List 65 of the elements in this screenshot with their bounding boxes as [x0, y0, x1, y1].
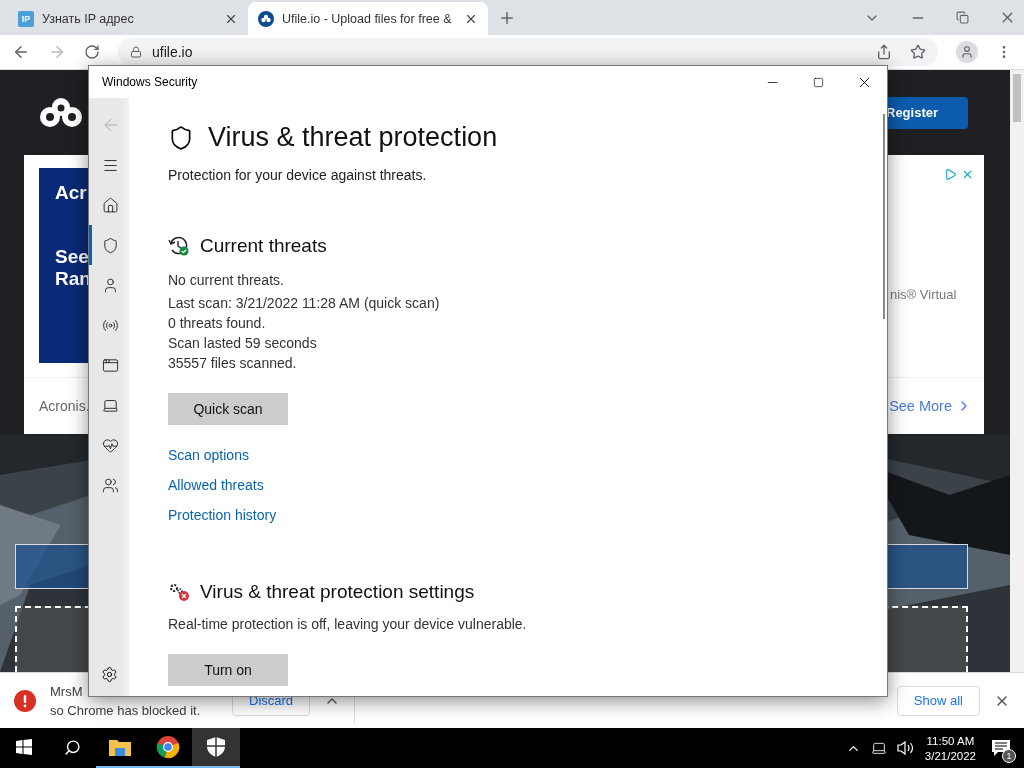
folder-icon	[109, 738, 131, 756]
error-icon	[14, 689, 36, 712]
ad-headline: Acr	[55, 182, 87, 204]
clock-date: 3/21/2022	[924, 749, 976, 762]
notification-count: 1	[1002, 749, 1016, 763]
maximize-icon[interactable]	[812, 76, 824, 88]
download-message: so Chrome has blocked it.	[50, 702, 202, 718]
network-icon[interactable]	[870, 740, 887, 756]
clock-time: 11:50 AM	[926, 734, 975, 747]
cloud-logo-icon	[258, 10, 274, 27]
taskbar-app[interactable]	[192, 728, 240, 768]
page-subtitle: Protection for your device against threats.	[168, 167, 428, 183]
show-all-button[interactable]: Show all	[896, 685, 980, 716]
section-title: Virus & threat protection settings	[200, 581, 475, 603]
scan-info: Last scan: 3/21/2022 11:28 AM (quick scan)	[168, 294, 441, 312]
gears-icon	[168, 582, 190, 602]
warning-text: Real-time protection is off, leaving your device vulnerable.	[168, 615, 528, 633]
clock-check-icon	[168, 235, 190, 257]
person-icon	[102, 276, 119, 294]
page-title: Virus & threat protection	[208, 122, 498, 153]
tab-title: Ufile.io - Upload files for free &	[282, 11, 453, 26]
quick-scan-button[interactable]: Quick scan	[168, 393, 288, 425]
notification-button[interactable]: 1	[986, 733, 1016, 763]
heart-icon	[102, 436, 119, 454]
profile-avatar[interactable]	[956, 41, 978, 63]
speaker-icon[interactable]	[896, 740, 915, 756]
chrome-icon	[156, 735, 180, 759]
download-name: MrsM	[50, 683, 84, 699]
restore-icon[interactable]	[956, 11, 969, 24]
reload-icon[interactable]	[84, 44, 100, 60]
ad-text: nis® Virtual	[890, 287, 957, 302]
lock-icon	[130, 46, 142, 58]
address-bar[interactable]: ufile.io	[118, 38, 938, 66]
settings-icon[interactable]	[100, 665, 118, 683]
people-icon	[102, 476, 119, 494]
ad-brand: Acronis.	[39, 398, 90, 414]
windows-logo-icon[interactable]	[16, 739, 32, 755]
shield-icon	[206, 736, 226, 758]
settings-link[interactable]: Allowed threats	[168, 477, 264, 493]
favicon: IP	[18, 10, 34, 27]
scan-info: Scan lasted 59 seconds	[168, 334, 318, 352]
turn-on-button[interactable]: Turn on	[168, 654, 288, 686]
scan-info: 35557 files scanned.	[168, 354, 298, 372]
shield-icon	[102, 236, 119, 254]
scrollbar[interactable]	[1010, 70, 1024, 672]
tab-title: Узнать IP адрес	[42, 11, 135, 26]
settings-link[interactable]: Protection history	[168, 507, 277, 523]
scan-info: No current threats.	[168, 271, 285, 289]
logo-icon	[38, 96, 84, 129]
see-more-link[interactable]: See More	[889, 398, 972, 414]
settings-link[interactable]: Scan options	[168, 447, 249, 463]
back-icon[interactable]	[12, 43, 30, 61]
url-text: ufile.io	[152, 44, 193, 60]
window-title: Windows Security	[102, 75, 198, 89]
search-icon[interactable]	[63, 738, 81, 756]
window-icon	[102, 356, 119, 374]
browser-tab[interactable]: IP Узнать IP адрес	[8, 2, 248, 35]
browser-tab[interactable]: Ufile.io - Upload files for free &	[248, 2, 488, 35]
scan-info: 0 threats found.	[168, 314, 267, 332]
share-icon[interactable]	[876, 44, 892, 60]
ad-choices-icon[interactable]	[944, 168, 957, 181]
home-icon	[102, 196, 119, 214]
star-icon[interactable]	[910, 44, 926, 60]
section-title: Current threats	[200, 235, 327, 257]
ad-headline: See	[55, 246, 89, 268]
